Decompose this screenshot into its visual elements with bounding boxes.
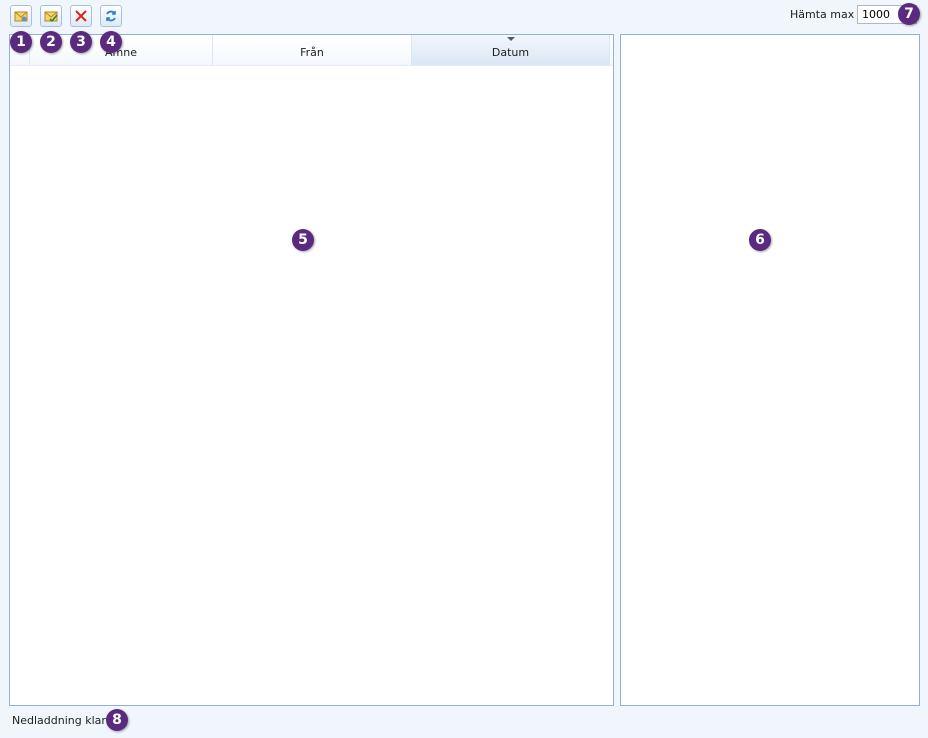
column-header-from[interactable]: Från <box>213 35 412 65</box>
callout-badge-4: 4 <box>100 31 122 53</box>
refresh-icon <box>106 10 116 22</box>
column-header-from-label: Från <box>300 45 324 59</box>
column-header-date[interactable]: Datum <box>412 35 610 65</box>
mark-read-button[interactable] <box>40 5 62 27</box>
refresh-button[interactable] <box>100 5 122 27</box>
callout-badge-8: 8 <box>106 709 128 731</box>
callout-badge-2: 2 <box>40 31 62 53</box>
callout-badge-3: 3 <box>70 31 92 53</box>
callout-badge-7: 7 <box>898 3 920 25</box>
new-mail-button[interactable] <box>10 5 32 27</box>
callout-badge-6: 6 <box>749 229 771 251</box>
mail-check-icon <box>44 11 58 23</box>
callout-badge-5: 5 <box>292 229 314 251</box>
callout-badge-1: 1 <box>10 31 32 53</box>
mail-folder-icon <box>14 11 28 22</box>
column-header-date-label: Datum <box>491 45 530 59</box>
delete-button[interactable] <box>70 5 92 27</box>
fetch-max-label: Hämta max <box>790 8 855 21</box>
status-text: Nedladdning klar <box>12 714 106 727</box>
sort-descending-icon <box>506 37 515 41</box>
message-preview-pane[interactable] <box>620 34 920 706</box>
delete-x-icon <box>75 10 87 22</box>
message-list[interactable]: Ämne Från Datum <box>9 34 614 706</box>
